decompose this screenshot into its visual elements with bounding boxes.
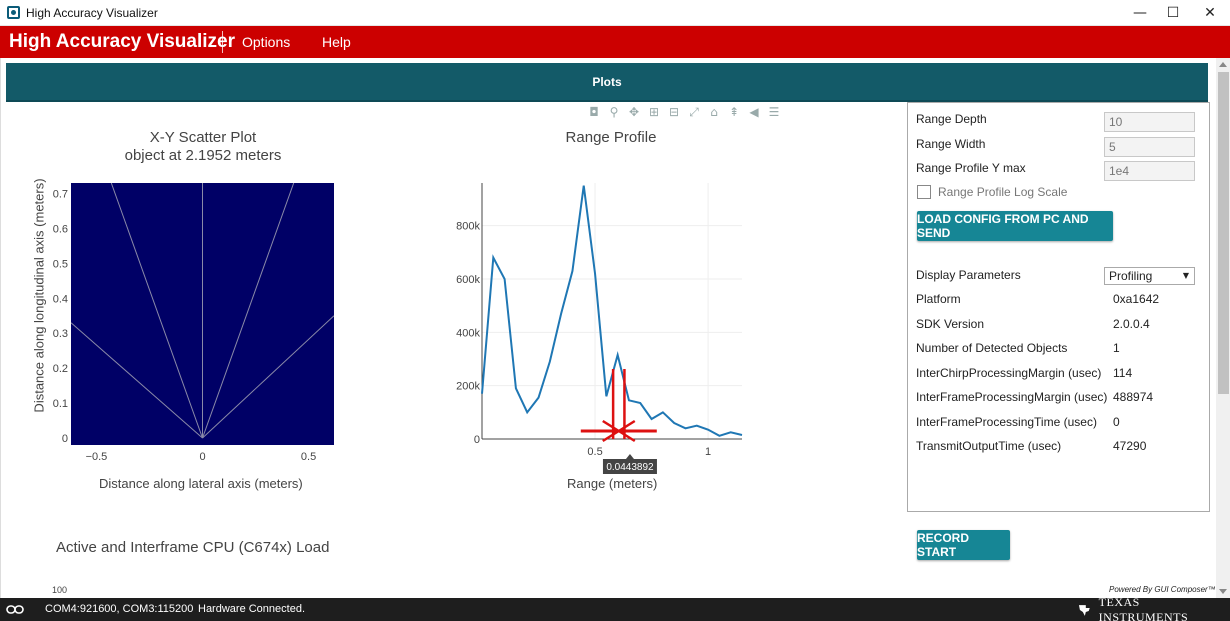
menu-options[interactable]: Options bbox=[242, 34, 290, 50]
range-xlabel: Range (meters) bbox=[567, 476, 658, 491]
scatter-ytick: 0.4 bbox=[53, 293, 68, 305]
hover-label-arrow bbox=[625, 454, 634, 459]
scatter-plot[interactable]: 0 0.1 0.2 0.3 0.4 0.5 0.6 0.7 −0.5 0 0.5 bbox=[1, 168, 346, 468]
scroll-up-icon[interactable] bbox=[1219, 62, 1227, 67]
hover-compare-icon[interactable]: ☰ bbox=[765, 104, 783, 120]
range-xtick: 0.5 bbox=[587, 446, 602, 458]
range-ytick: 600k bbox=[456, 274, 480, 286]
range-width-input[interactable]: 5 bbox=[1104, 137, 1195, 157]
autoscale-icon[interactable]: ⤢ bbox=[685, 104, 703, 120]
param-label: Platform bbox=[916, 292, 961, 306]
com-ports-status: COM4:921600, COM3:115200 bbox=[45, 603, 194, 615]
link-icon[interactable] bbox=[6, 604, 24, 615]
ti-brand-text: TEXAS INSTRUMENTS bbox=[1098, 595, 1189, 621]
range-profile-plot[interactable]: 0 200k 400k 600k 800k 0.5 1 0.0443892 bbox=[441, 168, 761, 478]
pan-icon[interactable]: ✥ bbox=[625, 104, 643, 120]
range-ymax-input[interactable]: 1e4 bbox=[1104, 161, 1195, 181]
param-value: 47290 bbox=[1113, 439, 1147, 453]
connection-status: Hardware Connected. bbox=[198, 603, 306, 615]
maximize-button[interactable]: ☐ bbox=[1153, 0, 1193, 26]
menu-help[interactable]: Help bbox=[322, 34, 351, 50]
param-label: InterChirpProcessingMargin (usec) bbox=[916, 366, 1102, 380]
app-brand: High Accuracy Visualizer bbox=[9, 31, 235, 52]
scatter-xtick: −0.5 bbox=[86, 451, 108, 463]
window-titlebar: High Accuracy Visualizer — ☐ ✕ bbox=[0, 0, 1230, 26]
scatter-subtitle: object at 2.1952 meters bbox=[124, 147, 282, 164]
zoom-in-icon[interactable]: ⊞ bbox=[645, 104, 663, 120]
ti-mark-icon bbox=[1078, 605, 1090, 616]
scatter-ytick: 0.7 bbox=[53, 188, 68, 200]
range-ymax-label: Range Profile Y max bbox=[916, 161, 1026, 175]
display-params-value: Profiling bbox=[1109, 269, 1153, 283]
powered-by-label: Powered By GUI Composer™ bbox=[1109, 585, 1216, 594]
menubar-divider bbox=[222, 31, 223, 53]
param-label: InterFrameProcessingTime (usec) bbox=[916, 415, 1097, 429]
scatter-ytick: 0 bbox=[62, 433, 68, 445]
param-value: 488974 bbox=[1113, 390, 1154, 404]
range-depth-input[interactable]: 10 bbox=[1104, 112, 1195, 132]
range-ytick: 200k bbox=[456, 381, 480, 393]
window-title: High Accuracy Visualizer bbox=[26, 6, 158, 20]
param-label: Number of Detected Objects bbox=[916, 341, 1068, 355]
range-profile-title: Range Profile bbox=[565, 129, 657, 146]
vertical-scrollbar[interactable] bbox=[1216, 58, 1230, 598]
hover-label-text: 0.0443892 bbox=[606, 462, 654, 473]
display-params-label: Display Parameters bbox=[916, 268, 1021, 282]
range-ytick: 800k bbox=[456, 221, 480, 233]
param-value: 114 bbox=[1113, 366, 1133, 380]
scatter-title: X-Y Scatter Plot bbox=[149, 129, 257, 146]
log-scale-label: Range Profile Log Scale bbox=[938, 185, 1068, 199]
camera-icon[interactable]: ◘ bbox=[585, 104, 603, 120]
param-value: 1 bbox=[1113, 341, 1120, 355]
param-value: 0xa1642 bbox=[1113, 292, 1160, 306]
param-label: SDK Version bbox=[916, 317, 985, 331]
param-value: 2.0.0.4 bbox=[1113, 317, 1150, 331]
scatter-ytick: 0.5 bbox=[53, 258, 68, 270]
scrollbar-thumb[interactable] bbox=[1218, 72, 1229, 394]
hover-closest-icon[interactable]: ◀ bbox=[745, 104, 763, 120]
param-label: InterFrameProcessingMargin (usec) bbox=[916, 390, 1108, 404]
load-config-button[interactable]: LOAD CONFIG FROM PC AND SEND bbox=[917, 211, 1113, 241]
scatter-ylabel: Distance along longitudinal axis (meters… bbox=[31, 178, 47, 413]
scatter-ytick: 0.3 bbox=[53, 328, 68, 340]
plot-modebar: ◘ ⚲ ✥ ⊞ ⊟ ⤢ ⌂ ⇞ ◀ ☰ bbox=[585, 104, 783, 120]
display-params-select[interactable]: Profiling ▼ bbox=[1104, 267, 1195, 285]
cpu-load-title: Active and Interframe CPU (C674x) Load bbox=[56, 539, 330, 556]
zoom-out-icon[interactable]: ⊟ bbox=[665, 104, 683, 120]
scatter-ytick: 0.6 bbox=[53, 223, 68, 235]
scatter-xtick: 0 bbox=[199, 451, 205, 463]
range-width-label: Range Width bbox=[916, 137, 986, 151]
scatter-ytick: 0.2 bbox=[53, 363, 68, 375]
tab-plots[interactable]: Plots bbox=[6, 63, 1208, 102]
cpu-load-ytick: 100 bbox=[52, 585, 68, 595]
spike-lines-icon[interactable]: ⇞ bbox=[725, 104, 743, 120]
chevron-down-icon: ▼ bbox=[1182, 271, 1189, 280]
scatter-ytick: 0.1 bbox=[53, 398, 68, 410]
range-ytick: 0 bbox=[474, 434, 480, 446]
param-value: 0 bbox=[1113, 415, 1120, 429]
statusbar: COM4:921600, COM3:115200 Hardware Connec… bbox=[0, 595, 1230, 621]
menubar: High Accuracy Visualizer Options Help bbox=[0, 26, 1230, 58]
zoom-icon[interactable]: ⚲ bbox=[605, 104, 623, 120]
reset-axes-icon[interactable]: ⌂ bbox=[705, 104, 723, 120]
settings-panel: Range Depth 10 Range Width 5 Range Profi… bbox=[907, 102, 1210, 512]
app-icon bbox=[7, 6, 20, 19]
scroll-down-icon[interactable] bbox=[1219, 589, 1227, 594]
param-label: TransmitOutputTime (usec) bbox=[916, 439, 1062, 453]
range-depth-label: Range Depth bbox=[916, 112, 987, 126]
range-ytick: 400k bbox=[456, 327, 480, 339]
scatter-xlabel: Distance along lateral axis (meters) bbox=[99, 476, 303, 491]
log-scale-checkbox[interactable] bbox=[917, 185, 931, 199]
range-xtick: 1 bbox=[705, 446, 711, 458]
tab-plots-label: Plots bbox=[592, 75, 622, 89]
ti-logo: TEXAS INSTRUMENTS bbox=[1077, 595, 1230, 621]
record-start-button[interactable]: RECORD START bbox=[917, 530, 1010, 560]
close-button[interactable]: ✕ bbox=[1190, 0, 1230, 26]
main-content: Plots ◘ ⚲ ✥ ⊞ ⊟ ⤢ ⌂ ⇞ ◀ ☰ X-Y Scatter Pl… bbox=[0, 58, 1230, 598]
scatter-xtick: 0.5 bbox=[301, 451, 316, 463]
